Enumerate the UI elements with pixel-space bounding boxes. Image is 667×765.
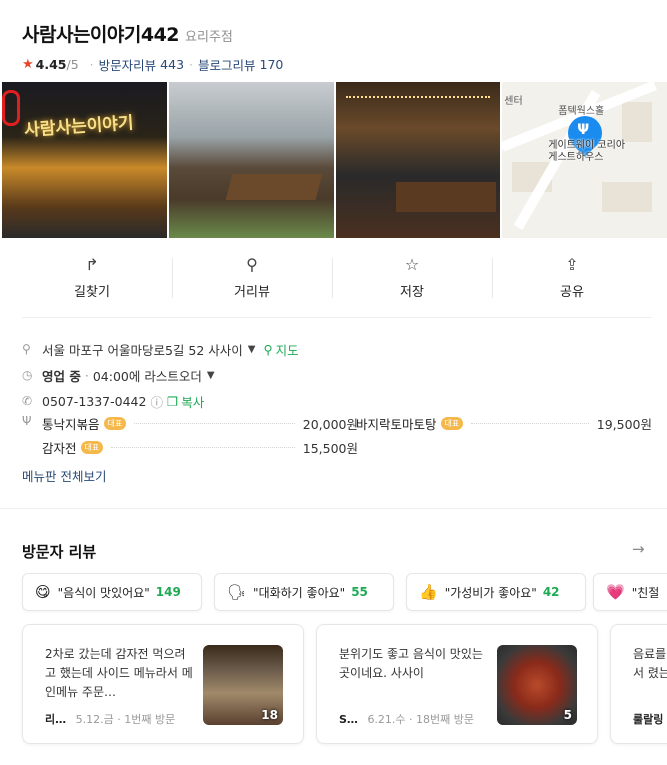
open-status: 영업 중 bbox=[42, 368, 81, 384]
review-text: 분위기도 좋고 음식이 맛있는 곳이네요. 사사이 bbox=[339, 647, 483, 680]
map-label-hall: 폼텍웍스홀 bbox=[558, 106, 605, 117]
smile-emoji-icon: 😋 bbox=[35, 583, 51, 601]
star-icon: ★ bbox=[22, 57, 34, 72]
fork-knife-icon: Ψ bbox=[22, 414, 32, 428]
action-bar: ↱ 길찾기 ⚲ 거리뷰 ☆ 저장 ⇪ 공유 bbox=[12, 255, 652, 301]
section-divider bbox=[0, 508, 667, 509]
keyword-chip[interactable]: 👍 "가성비가 좋아요" 42 bbox=[406, 573, 586, 611]
review-card[interactable]: 음료를 하셔서 렸는데 룰랄링 bbox=[610, 624, 667, 744]
photo-strip: 사람사는이야기 센터 폼텍웍스홀 Ψ 게이트웨이 코리아 게스트하우스 bbox=[2, 82, 667, 238]
chevron-down-icon[interactable]: ▼ bbox=[207, 370, 215, 381]
place-title: 사람사는이야기442 bbox=[22, 24, 180, 46]
map-link[interactable]: 지도 bbox=[276, 340, 299, 359]
menu-item[interactable]: 감자전 대표 15,500원 bbox=[42, 438, 358, 457]
photo-storefront[interactable]: 사람사는이야기 bbox=[2, 82, 167, 238]
reviews-title: 방문자 리뷰 bbox=[22, 543, 97, 561]
menu-badge: 대표 bbox=[80, 441, 104, 454]
visitor-review-count[interactable]: 443 bbox=[160, 57, 184, 72]
photo-interior[interactable] bbox=[335, 82, 501, 238]
share-icon: ⇪ bbox=[565, 255, 579, 274]
keyword-chip[interactable]: 😋 "음식이 맛있어요" 149 bbox=[22, 573, 202, 611]
copy-icon: ❐ bbox=[166, 393, 179, 409]
phone-icon: ✆ bbox=[22, 394, 33, 408]
phone-row: ✆ 0507-1337-0442 ⓘ ❐ 복사 bbox=[22, 388, 652, 414]
rating-max: /5 bbox=[66, 57, 79, 72]
thumbs-up-emoji-icon: 👍 bbox=[419, 583, 438, 601]
review-photo[interactable]: 18 bbox=[203, 645, 283, 725]
arrow-right-icon[interactable]: → bbox=[632, 540, 645, 558]
map-pin-label: 게이트웨이 코리아 게스트하우스 bbox=[548, 140, 626, 163]
visitor-review-link[interactable]: 방문자리뷰 bbox=[99, 55, 157, 74]
divider bbox=[22, 317, 652, 318]
save-button[interactable]: ☆ 저장 bbox=[332, 256, 492, 300]
clock-icon: ◷ bbox=[22, 368, 33, 382]
heart-emoji-icon: 💗 bbox=[606, 583, 625, 601]
street-view-button[interactable]: ⚲ 거리뷰 bbox=[172, 256, 332, 300]
rating-value: 4.45 bbox=[35, 57, 67, 72]
review-meta: 리… 5.12.금 · 1번째 방문 bbox=[45, 713, 176, 726]
last-order: 04:00에 라스트오더 bbox=[92, 368, 202, 384]
review-cards: 2차로 갔는데 감자전 먹으려고 했는데 사이드 메뉴라서 메인메뉴 주문… 리… bbox=[22, 624, 667, 744]
place-category: 요리주점 bbox=[185, 30, 233, 45]
directions-icon: ↱ bbox=[85, 255, 99, 274]
map-pin-green-icon: ⚲ bbox=[263, 341, 273, 357]
menu-badge: 대표 bbox=[103, 417, 127, 430]
review-meta: 룰랄링 bbox=[633, 713, 664, 726]
neon-logo bbox=[2, 90, 20, 126]
blog-review-count[interactable]: 170 bbox=[260, 57, 284, 72]
menu-view-all-link[interactable]: 메뉴판 전체보기 bbox=[22, 466, 106, 485]
photo-count: 5 bbox=[563, 708, 572, 722]
review-keyword-chips: 😋 "음식이 맛있어요" 149 🗣 "대화하기 좋아요" 55 👍 "가성비가… bbox=[22, 573, 667, 611]
photo-count: 18 bbox=[261, 708, 278, 722]
address-text: 서울 마포구 어울마당로5길 52 사사이 bbox=[42, 342, 243, 358]
review-text: 음료를 하셔서 렸는데 bbox=[633, 647, 667, 680]
review-meta: S… 6.21.수 · 18번째 방문 bbox=[339, 713, 475, 726]
info-icon[interactable]: ⓘ bbox=[150, 392, 163, 411]
review-card[interactable]: 2차로 갔는데 감자전 먹으려고 했는데 사이드 메뉴라서 메인메뉴 주문… 리… bbox=[22, 624, 304, 744]
photo-terrace[interactable] bbox=[168, 82, 334, 238]
info-section: ⚲ 서울 마포구 어울마당로5길 52 사사이 ▼ ⚲ 지도 ◷ 영업 중 · … bbox=[22, 336, 652, 414]
directions-button[interactable]: ↱ 길찾기 bbox=[12, 255, 172, 301]
phone-number: 0507-1337-0442 bbox=[42, 393, 147, 409]
chevron-down-icon[interactable]: ▼ bbox=[248, 344, 256, 355]
street-view-icon: ⚲ bbox=[246, 255, 258, 274]
copy-link[interactable]: 복사 bbox=[181, 392, 204, 411]
menu-item[interactable]: 바지락토마토탕 대표 19,500원 bbox=[356, 414, 652, 433]
hours-row: ◷ 영업 중 · 04:00에 라스트오더 ▼ bbox=[22, 367, 215, 384]
review-card[interactable]: 분위기도 좋고 음식이 맛있는 곳이네요. 사사이 S… 6.21.수 · 18… bbox=[316, 624, 598, 744]
map-label-center: 센터 bbox=[504, 96, 523, 107]
menu-badge: 대표 bbox=[440, 417, 464, 430]
star-icon: ☆ bbox=[404, 255, 420, 274]
review-text: 2차로 갔는데 감자전 먹으려고 했는데 사이드 메뉴라서 메인메뉴 주문… bbox=[45, 647, 193, 699]
blog-review-link[interactable]: 블로그리뷰 bbox=[198, 55, 256, 74]
rating-row: ★ 4.45 /5 · 방문자리뷰 443 · 블로그리뷰 170 bbox=[22, 55, 284, 74]
place-header: 사람사는이야기442 요리주점 ★ 4.45 /5 · 방문자리뷰 443 · … bbox=[22, 20, 652, 74]
keyword-chip[interactable]: 💗 "친절 bbox=[593, 573, 667, 611]
talk-emoji-icon: 🗣 bbox=[227, 583, 247, 601]
keyword-chip[interactable]: 🗣 "대화하기 좋아요" 55 bbox=[214, 573, 394, 611]
review-photo[interactable]: 5 bbox=[497, 645, 577, 725]
storefront-sign: 사람사는이야기 bbox=[23, 113, 135, 141]
share-button[interactable]: ⇪ 공유 bbox=[492, 256, 652, 300]
fork-knife-icon: Ψ bbox=[577, 122, 590, 138]
menu-item[interactable]: 통낙지볶음 대표 20,000원 bbox=[42, 414, 358, 433]
address-row: ⚲ 서울 마포구 어울마당로5길 52 사사이 ▼ ⚲ 지도 bbox=[22, 336, 652, 362]
location-pin-icon: ⚲ bbox=[22, 342, 31, 356]
mini-map[interactable]: 센터 폼텍웍스홀 Ψ 게이트웨이 코리아 게스트하우스 bbox=[502, 82, 667, 238]
